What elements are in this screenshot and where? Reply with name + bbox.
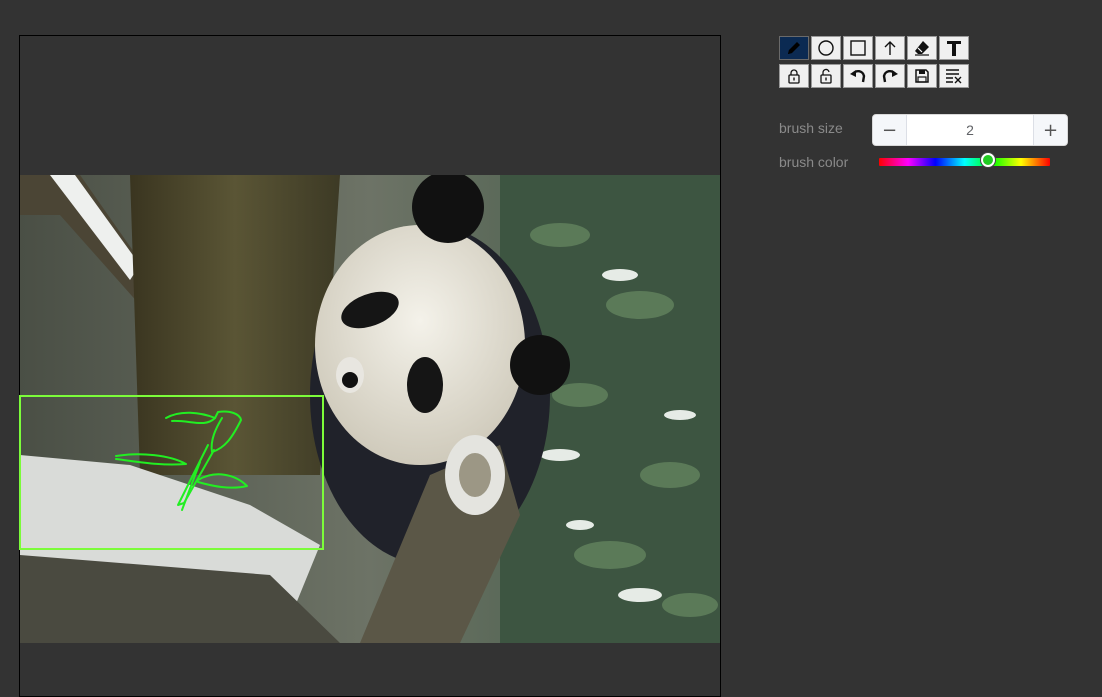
undo-button[interactable] xyxy=(843,64,873,88)
circle-icon xyxy=(818,40,834,56)
arrow-up-icon xyxy=(884,41,896,55)
brush-color-label: brush color xyxy=(779,154,849,170)
selection-rectangle[interactable] xyxy=(19,395,324,550)
rectangle-tool-button[interactable] xyxy=(843,36,873,60)
circle-tool-button[interactable] xyxy=(811,36,841,60)
eraser-icon xyxy=(915,41,929,56)
pencil-tool-button[interactable] xyxy=(779,36,809,60)
brush-size-value[interactable]: 2 xyxy=(907,122,1033,138)
actions-row xyxy=(779,64,971,88)
lock-icon xyxy=(788,69,800,84)
increase-button[interactable]: + xyxy=(1033,115,1067,145)
hue-slider[interactable] xyxy=(879,158,1050,166)
square-icon xyxy=(850,40,866,56)
toolbar xyxy=(779,36,971,92)
decrease-button[interactable]: − xyxy=(873,115,907,145)
lock-button[interactable] xyxy=(779,64,809,88)
save-button[interactable] xyxy=(907,64,937,88)
unlock-button[interactable] xyxy=(811,64,841,88)
redo-button[interactable] xyxy=(875,64,905,88)
text-icon xyxy=(947,41,961,56)
tools-row xyxy=(779,36,971,60)
pencil-icon xyxy=(788,42,800,54)
clear-button[interactable] xyxy=(939,64,969,88)
redo-icon xyxy=(882,69,898,83)
brush-size-stepper[interactable]: − 2 + xyxy=(872,114,1068,146)
undo-icon xyxy=(850,69,866,83)
brush-size-label: brush size xyxy=(779,120,843,136)
text-tool-button[interactable] xyxy=(939,36,969,60)
unlock-icon xyxy=(820,68,832,84)
eraser-tool-button[interactable] xyxy=(907,36,937,60)
clear-icon xyxy=(946,69,962,84)
save-icon xyxy=(915,69,929,83)
arrow-tool-button[interactable] xyxy=(875,36,905,60)
